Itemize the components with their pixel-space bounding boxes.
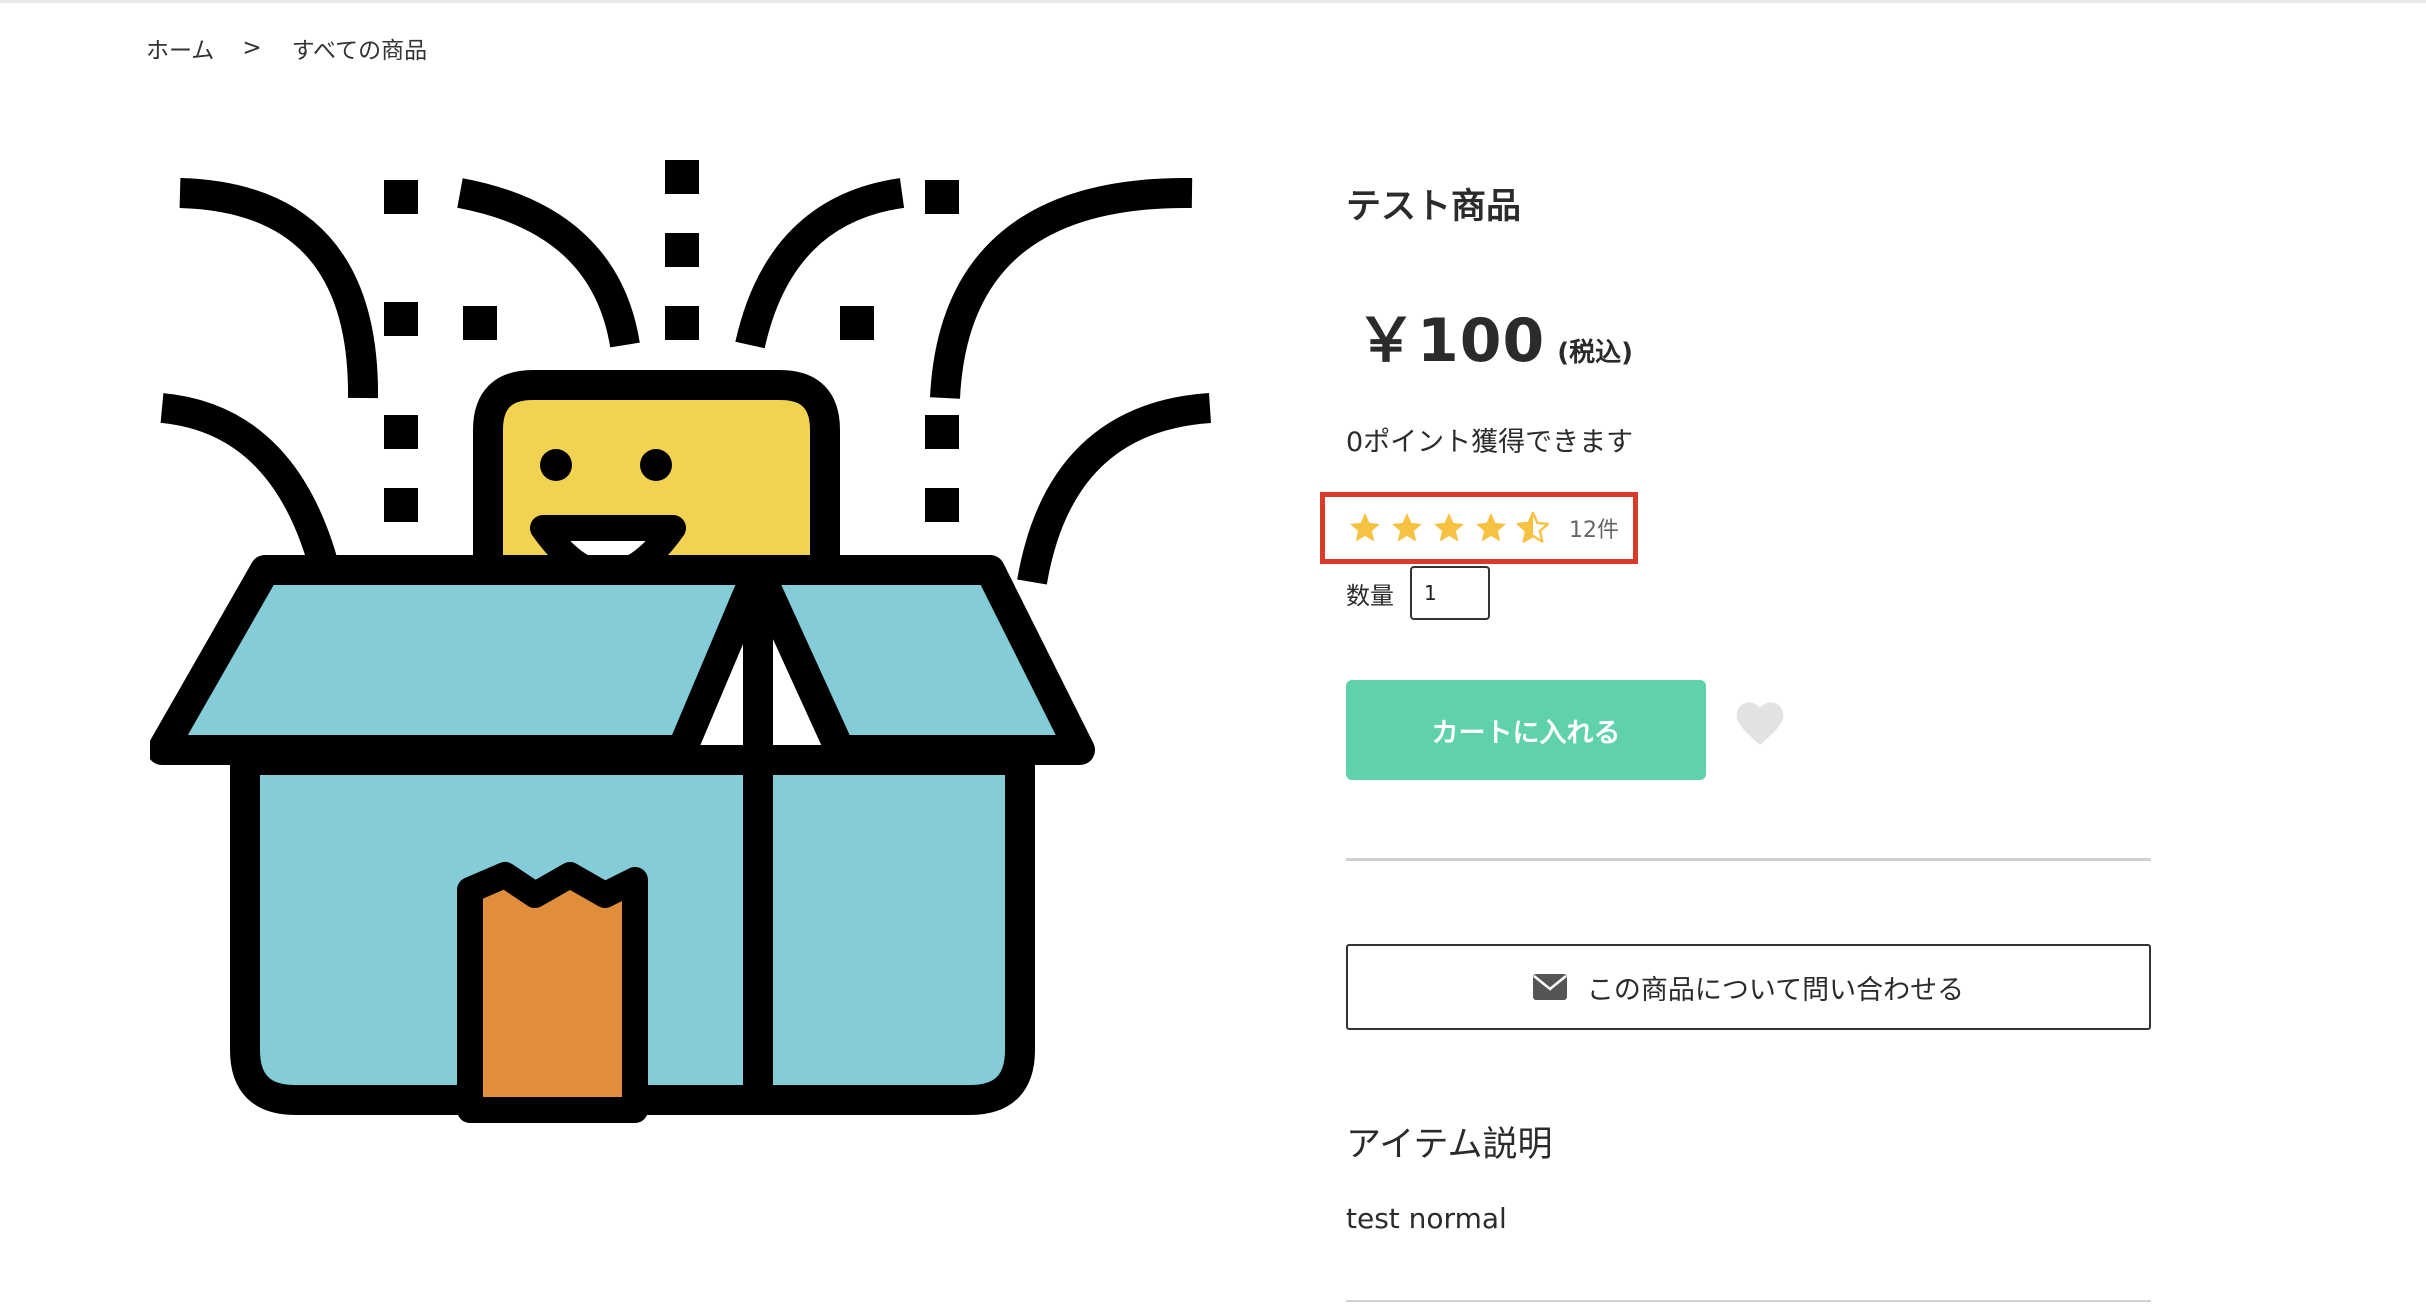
heart-icon xyxy=(1736,702,1784,745)
star-full-icon xyxy=(1476,513,1506,542)
points-note: 0ポイント獲得できます xyxy=(1346,427,1634,458)
top-rule xyxy=(0,0,2426,3)
product-title: テスト商品 xyxy=(1346,187,1522,227)
star-half-icon xyxy=(1516,511,1550,543)
add-to-cart-button[interactable]: カートに入れる xyxy=(1346,680,1706,780)
breadcrumb-separator: > xyxy=(242,35,262,61)
price-tax-note: (税込) xyxy=(1557,338,1634,368)
product-image xyxy=(150,150,1225,1250)
description-text: test normal xyxy=(1346,1202,1507,1235)
price-amount: ￥100 xyxy=(1356,306,1546,376)
rating-highlight-box[interactable]: 12件 xyxy=(1320,492,1638,564)
surprise-box-icon xyxy=(150,160,1212,1123)
section-divider xyxy=(1346,1300,2151,1302)
star-full-icon xyxy=(1434,513,1464,542)
product-price: ￥100 (税込) xyxy=(1356,292,1633,379)
contact-button-label: この商品について問い合わせる xyxy=(1586,974,1965,1006)
star-full-icon xyxy=(1350,513,1380,542)
section-divider xyxy=(1346,858,2151,861)
star-full-icon xyxy=(1392,513,1422,542)
envelope-icon xyxy=(1532,974,1567,1000)
review-count[interactable]: 12件 xyxy=(1569,512,1619,544)
quantity-input[interactable] xyxy=(1410,566,1490,620)
contact-about-product-button[interactable]: この商品について問い合わせる xyxy=(1346,944,2151,1030)
description-heading: アイテム説明 xyxy=(1346,1125,1553,1165)
favorite-button[interactable] xyxy=(1732,696,1788,752)
breadcrumb-all-products-link[interactable]: すべての商品 xyxy=(292,31,427,65)
breadcrumb: ホーム > すべての商品 xyxy=(146,28,427,68)
breadcrumb-home-link[interactable]: ホーム xyxy=(146,31,214,65)
quantity-label: 数量 xyxy=(1346,581,1394,610)
quantity-row: 数量 xyxy=(1346,566,1490,620)
